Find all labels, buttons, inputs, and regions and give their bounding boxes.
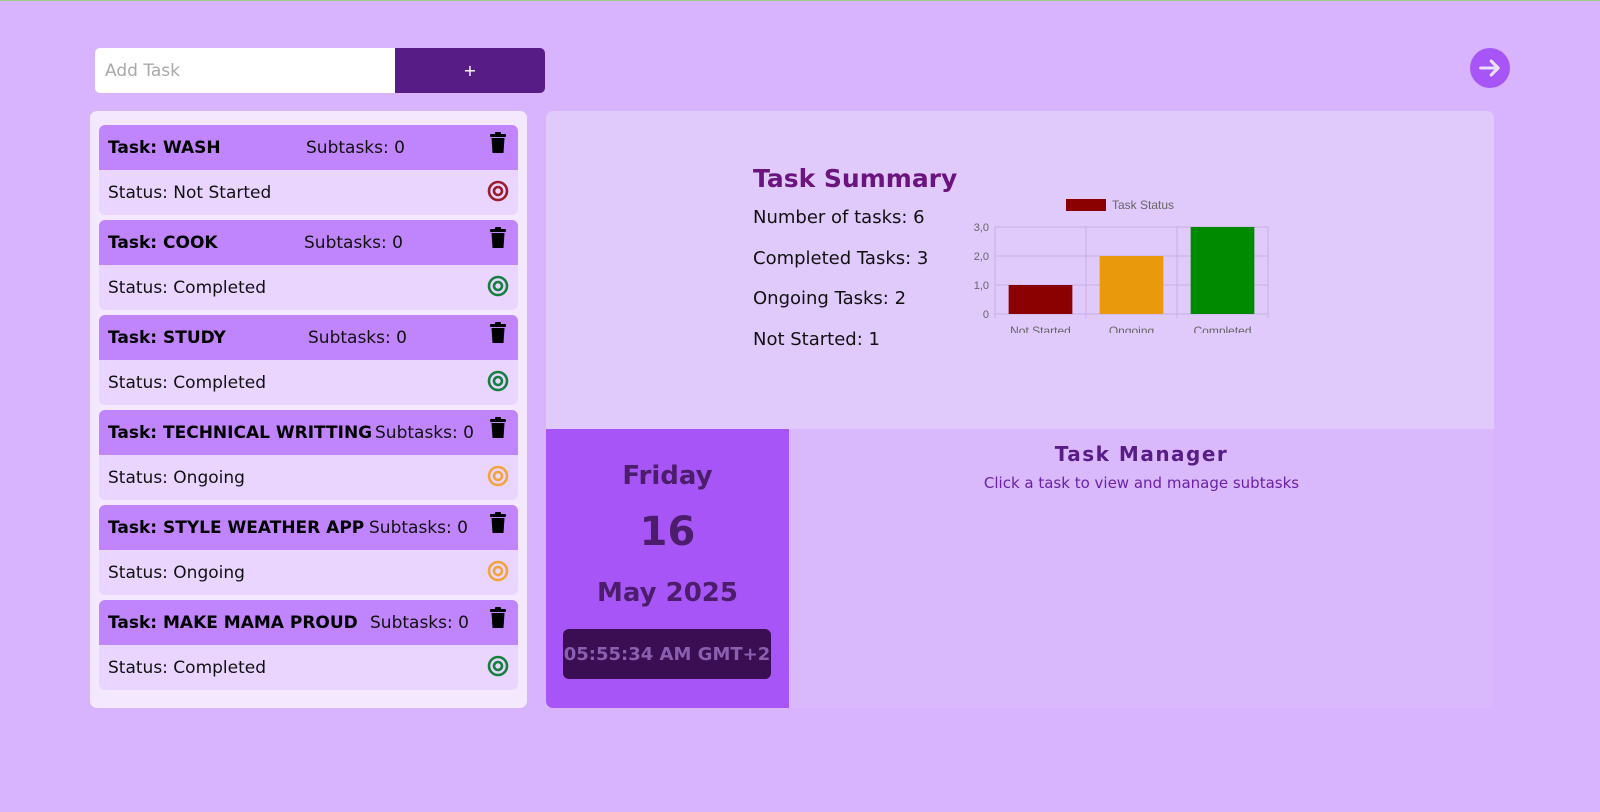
subtask-count: Subtasks: 0 (304, 232, 403, 253)
trash-icon[interactable] (489, 417, 507, 439)
task-card[interactable]: Task: TECHNICAL WRITTING Subtasks: 0 Sta… (99, 410, 518, 500)
target-icon[interactable] (487, 465, 509, 487)
task-list: Task: WASH Subtasks: 0 Status: Not Start… (90, 111, 527, 708)
task-card[interactable]: Task: COOK Subtasks: 0 Status: Completed (99, 220, 518, 310)
task-status-row: Status: Ongoing (99, 455, 518, 500)
subtask-count: Subtasks: 0 (369, 517, 468, 538)
task-status-row: Status: Completed (99, 360, 518, 405)
task-manager-panel: Task Manager Click a task to view and ma… (789, 429, 1494, 708)
task-name: Task: STYLE WEATHER APP (108, 517, 365, 538)
subtask-count: Subtasks: 0 (375, 422, 474, 443)
summary-title: Task Summary (753, 164, 958, 193)
task-status: Status: Not Started (108, 182, 272, 203)
y-tick-label: 0 (983, 309, 989, 321)
add-task-button[interactable]: + (395, 48, 545, 93)
task-name: Task: TECHNICAL WRITTING (108, 422, 373, 443)
stat-completed-tasks: Completed Tasks: 3 (753, 248, 929, 269)
stat-total-tasks: Number of tasks: 6 (753, 207, 925, 228)
target-icon[interactable] (487, 370, 509, 392)
task-name: Task: COOK (108, 232, 218, 253)
task-header: Task: MAKE MAMA PROUD Subtasks: 0 (99, 600, 518, 645)
add-task-input[interactable] (95, 48, 395, 93)
trash-icon[interactable] (489, 132, 507, 154)
task-status-row: Status: Completed (99, 265, 518, 310)
task-card[interactable]: Task: STYLE WEATHER APP Subtasks: 0 Stat… (99, 505, 518, 595)
y-tick-label: 3,0 (974, 222, 989, 234)
y-tick-label: 2,0 (974, 251, 989, 263)
task-status-row: Status: Completed (99, 645, 518, 690)
task-card[interactable]: Task: MAKE MAMA PROUD Subtasks: 0 Status… (99, 600, 518, 690)
task-header: Task: STYLE WEATHER APP Subtasks: 0 (99, 505, 518, 550)
task-status: Status: Completed (108, 372, 267, 393)
task-status: Status: Ongoing (108, 562, 245, 583)
task-name: Task: MAKE MAMA PROUD (108, 612, 358, 633)
arrow-right-icon (1479, 59, 1500, 77)
subtask-count: Subtasks: 0 (306, 137, 405, 158)
date-panel: Friday 16 May 2025 05:55:34 AM GMT+2 (546, 429, 789, 708)
trash-icon[interactable] (489, 607, 507, 629)
stat-not-started: Not Started: 1 (753, 329, 880, 350)
target-icon[interactable] (487, 655, 509, 677)
task-name: Task: STUDY (108, 327, 226, 348)
next-button[interactable] (1470, 48, 1510, 88)
y-tick-label: 1,0 (974, 280, 989, 292)
add-task-bar: + (95, 48, 545, 93)
task-header: Task: STUDY Subtasks: 0 (99, 315, 518, 360)
task-status: Status: Completed (108, 657, 267, 678)
task-status: Status: Ongoing (108, 467, 245, 488)
task-status-row: Status: Not Started (99, 170, 518, 215)
task-status: Status: Completed (108, 277, 267, 298)
legend-swatch (1066, 199, 1106, 211)
task-summary-panel: Task Summary Number of tasks: 6 Complete… (546, 111, 1494, 429)
trash-icon[interactable] (489, 322, 507, 344)
x-tick-label: Not Started (1010, 324, 1071, 333)
task-header: Task: COOK Subtasks: 0 (99, 220, 518, 265)
subtask-count: Subtasks: 0 (370, 612, 469, 633)
target-icon[interactable] (487, 180, 509, 202)
legend-label: Task Status (1112, 198, 1174, 212)
bar (1099, 256, 1164, 314)
month-year: May 2025 (597, 578, 738, 608)
task-name: Task: WASH (108, 137, 221, 158)
manager-title: Task Manager (1054, 442, 1229, 466)
bar (1190, 227, 1255, 314)
task-card[interactable]: Task: STUDY Subtasks: 0 Status: Complete… (99, 315, 518, 405)
stat-ongoing-tasks: Ongoing Tasks: 2 (753, 288, 907, 309)
task-card[interactable]: Task: WASH Subtasks: 0 Status: Not Start… (99, 125, 518, 215)
trash-icon[interactable] (489, 512, 507, 534)
x-tick-label: Completed (1193, 324, 1251, 333)
clock: 05:55:34 AM GMT+2 (563, 629, 771, 679)
day-name: Friday (622, 461, 713, 491)
x-tick-label: Ongoing (1109, 324, 1154, 333)
task-status-row: Status: Ongoing (99, 550, 518, 595)
task-status-chart: Task Status 0 1,0 2,0 3,0 Not Started Ongoing C… (974, 198, 1269, 333)
task-header: Task: TECHNICAL WRITTING Subtasks: 0 (99, 410, 518, 455)
manager-subtitle: Click a task to view and manage subtasks (983, 474, 1300, 492)
bar (1008, 285, 1073, 314)
target-icon[interactable] (487, 275, 509, 297)
task-header: Task: WASH Subtasks: 0 (99, 125, 518, 170)
target-icon[interactable] (487, 560, 509, 582)
subtask-count: Subtasks: 0 (308, 327, 407, 348)
trash-icon[interactable] (489, 227, 507, 249)
day-number: 16 (639, 509, 696, 555)
